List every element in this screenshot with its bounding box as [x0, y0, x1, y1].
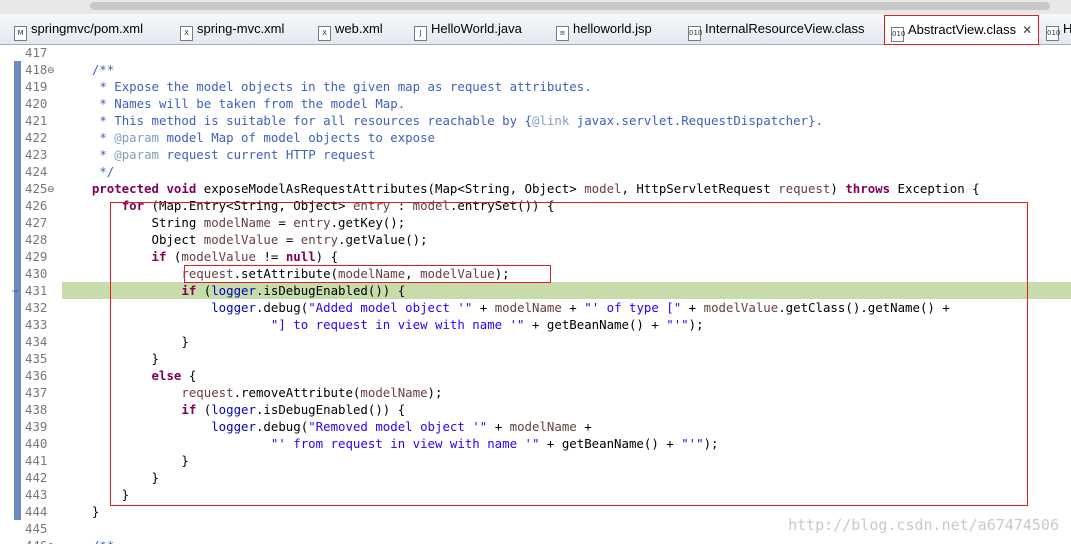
line-number: 421	[25, 113, 48, 128]
code-text[interactable]: * This method is suitable for all resour…	[62, 112, 823, 129]
tab-label: AbstractView.class	[908, 22, 1017, 37]
for-loop-highlight-box	[110, 202, 1028, 506]
class-file-icon: 010	[891, 27, 905, 42]
tab-internalresourceview-class[interactable]: 010 InternalResourceView.class	[688, 14, 864, 44]
tab-label: web.xml	[335, 21, 383, 36]
line-number: 439	[25, 419, 48, 434]
line-number: 443	[25, 487, 48, 502]
line-number: 431	[25, 283, 48, 298]
line-number: 441	[25, 453, 48, 468]
tab-spring-mvc-xml[interactable]: Xspring-mvc.xml	[180, 14, 284, 44]
line-number: 422	[25, 130, 48, 145]
code-line: 425 ⊖ protected void exposeModelAsRequest…	[0, 180, 1071, 197]
line-number: 440	[25, 436, 48, 451]
maven-file-icon: M	[14, 26, 27, 41]
code-line: 422 * @param model Map of model objects …	[0, 129, 1071, 146]
code-line: 420 * Names will be taken from the model…	[0, 95, 1071, 112]
tab-springmvc-pom-xml[interactable]: Mspringmvc/pom.xml	[14, 14, 143, 44]
code-line: 421 * This method is suitable for all re…	[0, 112, 1071, 129]
code-editor[interactable]: 417 418 ⊖ /** 419 * Expose the model object…	[0, 45, 1071, 544]
line-number: 437	[25, 385, 48, 400]
code-line: 424 */	[0, 163, 1071, 180]
code-line: 417	[0, 45, 1071, 61]
tab-helloworld-java[interactable]: J HelloWorld.java	[414, 14, 522, 44]
code-text[interactable]: /**	[62, 537, 114, 544]
tab-label: springmvc/pom.xml	[31, 21, 143, 36]
line-number: 428	[25, 232, 48, 247]
line-number: 438	[25, 402, 48, 417]
class-file-icon: 010	[688, 26, 702, 41]
xml-file-icon: X	[318, 26, 331, 41]
line-number: 429	[25, 249, 48, 264]
code-text[interactable]: protected void exposeModelAsRequestAttri…	[62, 180, 980, 197]
line-number: 442	[25, 470, 48, 485]
code-text[interactable]: }	[62, 503, 99, 520]
tab-label: H	[1063, 21, 1071, 36]
code-line: 423 * @param request current HTTP reques…	[0, 146, 1071, 163]
java-file-icon: J	[414, 26, 427, 41]
code-line: 419 * Expose the model objects in the gi…	[0, 78, 1071, 95]
code-line: 418 ⊖ /**	[0, 61, 1071, 78]
line-number: 417	[25, 45, 48, 60]
scrollbar-thumb[interactable]	[90, 2, 1050, 10]
code-text[interactable]: */	[62, 163, 114, 180]
tab-helloworld-jsp[interactable]: ≡ helloworld.jsp	[556, 14, 652, 44]
tab-label: InternalResourceView.class	[705, 21, 865, 36]
xml-file-icon: X	[180, 26, 193, 41]
class-file-icon: 010	[1046, 26, 1060, 41]
tab-h[interactable]: 010 H	[1046, 14, 1071, 44]
debug-arrow-icon: ⇨	[12, 284, 19, 297]
horizontal-scrollbar[interactable]	[0, 0, 1071, 14]
line-number: 445	[25, 521, 48, 536]
code-text[interactable]: * Names will be taken from the model Map…	[62, 95, 405, 112]
line-number: 419	[25, 79, 48, 94]
line-number: 426	[25, 198, 48, 213]
line-number: 430	[25, 266, 48, 281]
code-text[interactable]: * @param model Map of model objects to e…	[62, 129, 435, 146]
code-text[interactable]: /**	[62, 61, 114, 78]
line-number: 424	[25, 164, 48, 179]
line-number: 434	[25, 334, 48, 349]
editor-tab-bar: Mspringmvc/pom.xml Xspring-mvc.xml Xweb.xm…	[0, 14, 1071, 45]
code-text[interactable]: * @param request current HTTP request	[62, 146, 375, 163]
close-tab-icon[interactable]: ✕	[1022, 23, 1032, 37]
line-number: 427	[25, 215, 48, 230]
tab-label: spring-mvc.xml	[197, 21, 285, 36]
line-number: 432	[25, 300, 48, 315]
fold-toggle-icon[interactable]: ⊖	[47, 539, 55, 544]
line-number: 433	[25, 317, 48, 332]
tab-label: HelloWorld.java	[431, 21, 522, 36]
tab-web-xml[interactable]: Xweb.xml	[318, 14, 383, 44]
tab-abstractview-class[interactable]: 010 AbstractView.class ✕	[884, 15, 1040, 45]
line-number: 436	[25, 368, 48, 383]
line-number: 444	[25, 504, 48, 519]
jsp-file-icon: ≡	[556, 26, 569, 41]
code-line: 446⊖ /**	[0, 537, 1071, 544]
line-number: 420	[25, 96, 48, 111]
line-number: 435	[25, 351, 48, 366]
watermark: http://blog.csdn.net/a67474506	[788, 516, 1059, 534]
code-text[interactable]: * Expose the model objects in the given …	[62, 78, 591, 95]
tab-label: helloworld.jsp	[573, 21, 652, 36]
set-attribute-highlight-box	[184, 265, 551, 283]
line-number: 423	[25, 147, 48, 162]
